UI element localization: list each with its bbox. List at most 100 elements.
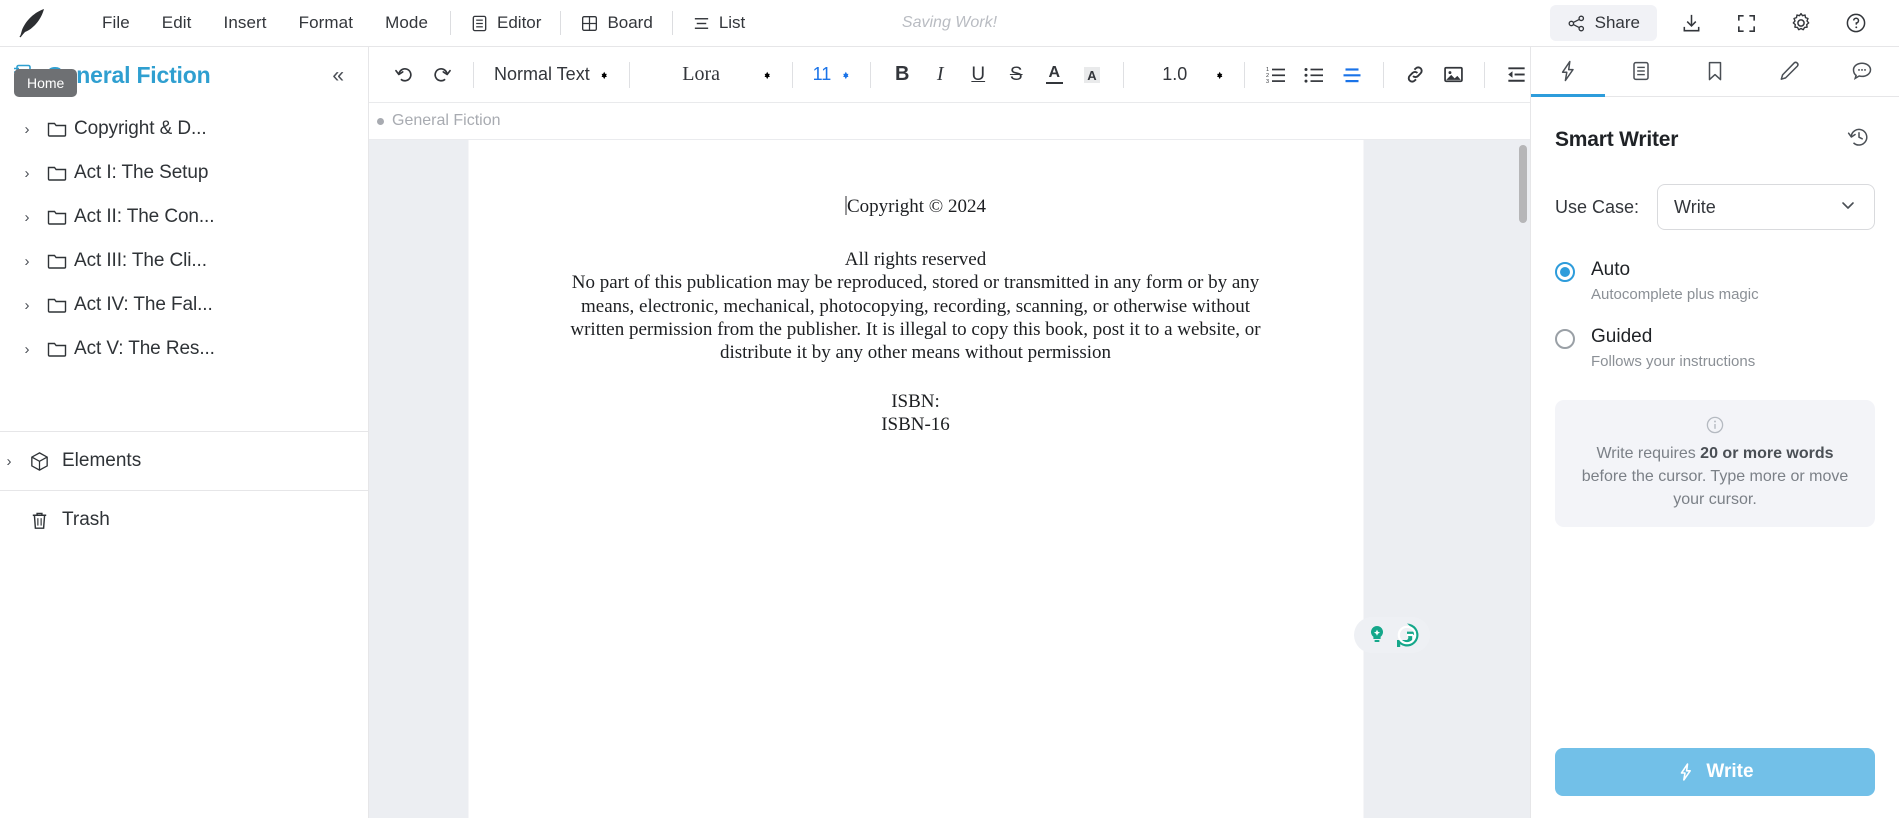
tab-comments[interactable] xyxy=(1825,47,1899,97)
chevron-right-icon[interactable]: › xyxy=(14,253,40,270)
sidebar-item-label: Act II: The Con... xyxy=(74,206,215,227)
radio-auto-indicator[interactable] xyxy=(1555,262,1575,282)
write-button[interactable]: Write xyxy=(1555,748,1875,796)
help-button[interactable] xyxy=(1835,2,1877,44)
mode-board[interactable]: Board xyxy=(567,8,665,38)
chevron-right-icon[interactable]: › xyxy=(0,453,22,470)
chevron-right-icon[interactable]: › xyxy=(14,209,40,226)
underline-button[interactable]: U xyxy=(959,56,997,94)
help-circle-icon xyxy=(1846,13,1866,33)
chevron-updown-icon: ▲ ▼ xyxy=(1215,68,1225,81)
undo-icon xyxy=(395,67,412,82)
chevron-right-icon[interactable]: › xyxy=(14,121,40,138)
menu-mode[interactable]: Mode xyxy=(369,7,444,39)
folder-icon xyxy=(40,206,74,228)
info-text: Write requires 20 or more words before t… xyxy=(1573,442,1857,512)
document-page[interactable]: Copyright © 2024 All rights reserved No … xyxy=(468,140,1363,818)
font-size-value: 11 xyxy=(812,64,832,84)
settings-button[interactable] xyxy=(1780,2,1822,44)
tab-edit[interactable] xyxy=(1752,47,1826,97)
highlight-button[interactable]: A xyxy=(1073,56,1111,94)
paragraph-style-select[interactable]: Normal Text ▲ ▼ xyxy=(486,59,617,90)
sidebar-trash-label: Trash xyxy=(62,509,110,530)
svg-text:3: 3 xyxy=(1266,79,1269,85)
menu-format[interactable]: Format xyxy=(283,7,369,39)
sidebar-item-act-iv[interactable]: › Act IV: The Fal... xyxy=(0,283,368,327)
redo-button[interactable] xyxy=(423,56,461,94)
mode-editor[interactable]: Editor xyxy=(457,8,554,38)
comment-icon xyxy=(1852,61,1872,80)
align-button[interactable] xyxy=(1333,56,1371,94)
grammarly-widget[interactable] xyxy=(1354,617,1430,653)
share-button[interactable]: Share xyxy=(1549,5,1657,41)
copyright-text: Copyright © 2024 xyxy=(847,196,986,217)
info-icon xyxy=(1573,414,1857,436)
bold-button[interactable]: B xyxy=(883,56,921,94)
doc-paragraph-isbn-value[interactable]: ISBN-16 xyxy=(558,413,1273,436)
bullet-list-button[interactable] xyxy=(1295,56,1333,94)
grammarly-logo xyxy=(1397,623,1419,647)
chevron-right-icon[interactable]: › xyxy=(14,165,40,182)
menu-file[interactable]: File xyxy=(86,7,146,39)
right-panel: Smart Writer Use Case: Write Auto Autoco… xyxy=(1530,47,1899,818)
strikethrough-button[interactable]: S xyxy=(997,56,1035,94)
quill-feather-logo xyxy=(19,9,44,38)
sidebar: General Fiction « Home › Copyright & D..… xyxy=(0,47,369,818)
mode-list[interactable]: List xyxy=(679,8,758,38)
info-suffix: before the cursor. Type more or move you… xyxy=(1581,467,1849,508)
isbn-label-text: ISBN: xyxy=(891,391,940,413)
lightning-bolt-icon xyxy=(1681,763,1692,781)
divider xyxy=(1383,61,1385,88)
sidebar-item-act-v[interactable]: › Act V: The Res... xyxy=(0,327,368,371)
share-label: Share xyxy=(1594,13,1640,32)
divider xyxy=(473,61,474,88)
radio-option-auto[interactable]: Auto Autocomplete plus magic xyxy=(1555,258,1875,303)
use-case-dropdown[interactable]: Write xyxy=(1657,184,1875,230)
sidebar-collapse-button[interactable]: « xyxy=(326,63,350,88)
font-family-select[interactable]: Lora ▲ ▼ xyxy=(642,58,780,91)
history-button[interactable] xyxy=(1843,121,1875,158)
mode-radio-group: Auto Autocomplete plus magic Guided Foll… xyxy=(1531,230,1899,392)
italic-button[interactable]: I xyxy=(921,56,959,94)
tab-smart-writer[interactable] xyxy=(1531,47,1605,97)
text-color-button[interactable]: A xyxy=(1035,56,1073,94)
sidebar-item-label: Act III: The Cli... xyxy=(74,250,207,271)
radio-option-guided[interactable]: Guided Follows your instructions xyxy=(1555,325,1875,370)
sidebar-item-act-ii[interactable]: › Act II: The Con... xyxy=(0,195,368,239)
doc-paragraph-copyright[interactable]: Copyright © 2024 xyxy=(558,195,1273,218)
sidebar-item-act-i[interactable]: › Act I: The Setup xyxy=(0,151,368,195)
sidebar-item-trash[interactable]: Trash xyxy=(0,491,368,549)
sidebar-item-act-iii[interactable]: › Act III: The Cli... xyxy=(0,239,368,283)
chevron-right-icon[interactable]: › xyxy=(14,297,40,314)
numbered-list-button[interactable]: 1 2 3 xyxy=(1257,56,1295,94)
tab-bookmarks[interactable] xyxy=(1678,47,1752,97)
font-size-select[interactable]: 11 ▲ ▼ xyxy=(805,59,859,90)
fullscreen-button[interactable] xyxy=(1725,2,1767,44)
radio-guided-indicator[interactable] xyxy=(1555,328,1575,349)
menu-edit[interactable]: Edit xyxy=(146,7,208,39)
line-spacing-select[interactable]: 1.0 ▲ ▼ xyxy=(1136,59,1232,90)
sidebar-item-elements[interactable]: › Elements xyxy=(0,432,368,490)
text-caret xyxy=(845,196,846,215)
divider xyxy=(1484,61,1486,88)
folder-icon xyxy=(40,162,74,184)
download-button[interactable] xyxy=(1670,2,1712,44)
sidebar-item-copyright[interactable]: › Copyright & D... xyxy=(0,107,368,151)
undo-button[interactable] xyxy=(385,56,423,94)
isbn-value-text: ISBN-16 xyxy=(881,414,950,436)
chevron-right-icon[interactable]: › xyxy=(14,341,40,358)
info-banner: Write requires 20 or more words before t… xyxy=(1555,399,1875,528)
doc-paragraph-rights[interactable]: All rights reserved xyxy=(558,248,1273,271)
doc-paragraph-isbn-label[interactable]: ISBN: xyxy=(558,390,1273,413)
document-scrollbar-thumb[interactable] xyxy=(1519,145,1527,223)
app-logo[interactable] xyxy=(0,0,64,47)
tab-outline[interactable] xyxy=(1605,47,1679,97)
folder-icon xyxy=(40,294,74,316)
info-bold: 20 or more words xyxy=(1700,444,1834,462)
link-button[interactable] xyxy=(1396,56,1434,94)
use-case-value: Write xyxy=(1674,196,1716,217)
menu-insert[interactable]: Insert xyxy=(208,7,283,39)
image-button[interactable] xyxy=(1434,56,1472,94)
doc-paragraph-notice[interactable]: No part of this publication may be repro… xyxy=(558,271,1273,364)
